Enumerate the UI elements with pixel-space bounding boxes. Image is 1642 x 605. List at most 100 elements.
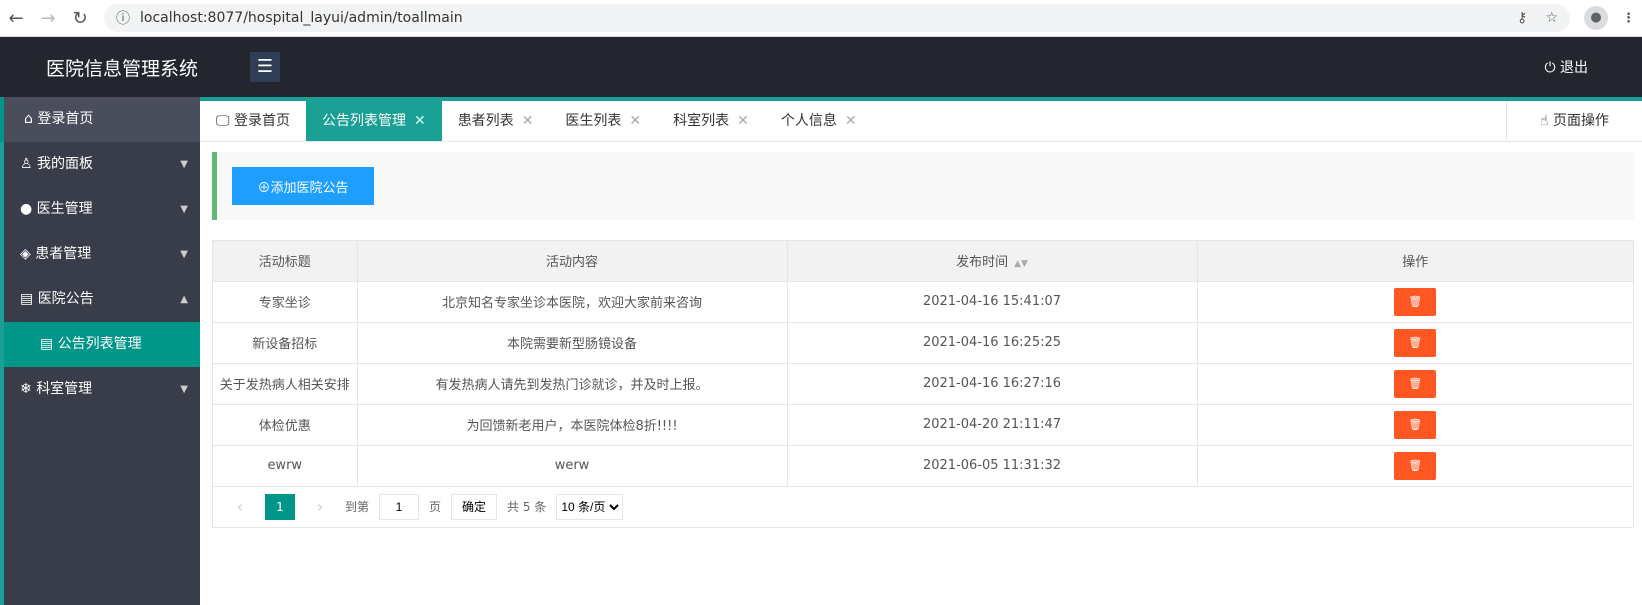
sidebar-item-label: 医生管理	[36, 201, 93, 217]
address-bar[interactable]: ⓘ localhost:8077/hospital_layui/admin/to…	[104, 4, 1570, 32]
cell-title: 专家坐诊	[213, 281, 358, 323]
cell-time: 2021-04-16 16:25:25	[787, 322, 1198, 364]
sidebar-item-departments[interactable]: ❄ 科室管理 ▼	[4, 367, 200, 412]
top-header: 医院信息管理系统 ☰ ⏻ 退出	[0, 37, 1642, 97]
cell-action: 🗑	[1197, 445, 1633, 487]
delete-button[interactable]: 🗑	[1394, 410, 1437, 439]
tab-label: 患者列表	[457, 113, 514, 129]
tab-patients[interactable]: 患者列表 ✕	[442, 101, 550, 141]
add-notice-button[interactable]: ⊕添加医院公告	[232, 167, 374, 205]
close-icon[interactable]: ✕	[414, 113, 426, 129]
delete-button[interactable]: 🗑	[1394, 287, 1437, 316]
total-count: 共 5 条	[507, 500, 547, 514]
table-row: 体检优惠 为回馈新老用户，本医院体检8折!!!! 2021-04-20 21:11:…	[213, 404, 1633, 446]
page-operations-button[interactable]: ☝ 页面操作	[1506, 101, 1642, 141]
sidebar-item-doctors[interactable]: ● 医生管理 ▼	[4, 187, 200, 232]
sidebar-item-label: 患者管理	[35, 246, 92, 262]
col-header-label: 发布时间	[956, 255, 1009, 271]
app-title: 医院信息管理系统	[46, 58, 199, 80]
chevron-up-icon: ▲	[180, 294, 188, 305]
logout-label: 退出	[1560, 60, 1588, 76]
menu-dots-icon[interactable]: ⋮	[1622, 11, 1642, 26]
close-icon[interactable]: ✕	[522, 113, 534, 129]
prev-page-icon[interactable]: ‹	[225, 494, 255, 520]
sidebar-item-panel[interactable]: ♙ 我的面板 ▼	[4, 142, 200, 187]
cell-content: 有发热病人请先到发热门诊就诊，并及时上报。	[357, 363, 788, 405]
sidebar-item-notice-list[interactable]: ▤ 公告列表管理	[4, 322, 200, 367]
sidebar-item-patients[interactable]: ◈ 患者管理 ▼	[4, 232, 200, 277]
next-page-icon[interactable]: ›	[305, 494, 335, 520]
chevron-down-icon: ▼	[180, 384, 188, 395]
user-icon: ♙	[20, 156, 33, 172]
layers-icon: ◈	[20, 246, 31, 262]
delete-button[interactable]: 🗑	[1394, 328, 1437, 357]
snowflake-icon: ❄	[20, 381, 32, 397]
hand-pointer-icon: ☝	[1540, 113, 1553, 129]
col-header-action: 操作	[1197, 241, 1633, 282]
page-input[interactable]	[379, 493, 420, 520]
cell-title: 体检优惠	[213, 404, 358, 446]
page-size-select[interactable]: 10 条/页	[556, 493, 624, 520]
reload-icon[interactable]: ↻	[64, 8, 96, 29]
table-row: 新设备招标 本院需要新型肠镜设备 2021-04-16 16:25:25 🗑	[213, 322, 1633, 364]
chevron-down-icon: ▼	[180, 159, 188, 170]
power-icon: ⏻	[1544, 60, 1560, 76]
profile-icon[interactable]: ●	[1584, 6, 1608, 30]
tab-label: 公告列表管理	[321, 113, 406, 129]
tab-label: 个人信息	[780, 113, 837, 129]
sidebar: ⌂ 登录首页 ♙ 我的面板 ▼ ● 医生管理 ▼ ◈ 患者管理 ▼ ▤ 医院公告 ▲ ▤…	[0, 97, 200, 605]
tab-label: 医生列表	[565, 113, 622, 129]
col-header-title: 活动标题	[213, 241, 358, 282]
close-icon[interactable]: ✕	[629, 113, 641, 129]
cell-content: 本院需要新型肠镜设备	[357, 322, 788, 364]
col-header-content: 活动内容	[357, 241, 788, 282]
forward-icon[interactable]: →	[32, 8, 64, 29]
tab-profile[interactable]: 个人信息 ✕	[765, 101, 873, 141]
cell-content: 为回馈新老用户，本医院体检8折!!!!	[357, 404, 788, 446]
sidebar-item-label: 科室管理	[36, 381, 93, 397]
sidebar-item-label: 登录首页	[37, 111, 94, 127]
plus-circle-icon: ⊕	[257, 179, 271, 195]
key-icon[interactable]: ⚷	[1517, 10, 1527, 26]
logout-button[interactable]: ⏻ 退出	[1544, 57, 1588, 77]
cell-time: 2021-04-16 15:41:07	[787, 281, 1198, 323]
col-header-time[interactable]: 发布时间 ▲▼	[787, 241, 1198, 282]
cell-content: 北京知名专家坐诊本医院，欢迎大家前来咨询	[357, 281, 788, 323]
close-icon[interactable]: ✕	[737, 113, 749, 129]
delete-button[interactable]: 🗑	[1394, 451, 1437, 480]
table-row: ewrw werw 2021-06-05 11:31:32 🗑	[213, 445, 1633, 487]
trash-icon: 🗑	[1408, 419, 1423, 431]
page-label: 页	[429, 500, 442, 514]
sidebar-item-label: 我的面板	[37, 156, 94, 172]
delete-button[interactable]: 🗑	[1394, 369, 1437, 398]
add-notice-label: 添加医院公告	[270, 179, 349, 195]
tab-bar: 🖵 登录首页 公告列表管理 ✕ 患者列表 ✕ 医生列表 ✕ 科室列表 ✕ 个人信息 ✕ ☝…	[200, 101, 1642, 142]
sidebar-item-label: 医院公告	[37, 291, 94, 307]
cell-title: 新设备招标	[213, 322, 358, 364]
page-ops-label: 页面操作	[1552, 113, 1609, 129]
tab-notice-list[interactable]: 公告列表管理 ✕	[305, 101, 442, 141]
tab-home[interactable]: 🖵 登录首页	[200, 101, 306, 141]
back-icon[interactable]: ←	[0, 8, 32, 29]
page-1[interactable]: 1	[265, 493, 295, 520]
doctor-icon: ●	[20, 201, 33, 217]
sidebar-item-home[interactable]: ⌂ 登录首页	[0, 97, 200, 142]
cell-time: 2021-04-20 21:11:47	[787, 404, 1198, 446]
close-icon[interactable]: ✕	[845, 113, 857, 129]
tab-departments[interactable]: 科室列表 ✕	[657, 101, 765, 141]
sidebar-item-label: 公告列表管理	[57, 336, 142, 352]
trash-icon: 🗑	[1408, 296, 1423, 308]
tab-label: 科室列表	[673, 113, 730, 129]
cell-action: 🗑	[1197, 281, 1633, 323]
cell-title: ewrw	[213, 445, 358, 487]
tab-doctors[interactable]: 医生列表 ✕	[549, 101, 657, 141]
cell-action: 🗑	[1197, 363, 1633, 405]
star-icon[interactable]: ☆	[1545, 10, 1558, 26]
hamburger-menu-button[interactable]: ☰	[250, 52, 280, 82]
trash-icon: 🗑	[1408, 337, 1423, 349]
chevron-down-icon: ▼	[180, 204, 188, 215]
cell-action: 🗑	[1197, 322, 1633, 364]
sort-icon[interactable]: ▲▼	[1014, 259, 1028, 269]
confirm-button[interactable]: 确定	[451, 493, 498, 520]
sidebar-item-notices[interactable]: ▤ 医院公告 ▲	[4, 277, 200, 322]
